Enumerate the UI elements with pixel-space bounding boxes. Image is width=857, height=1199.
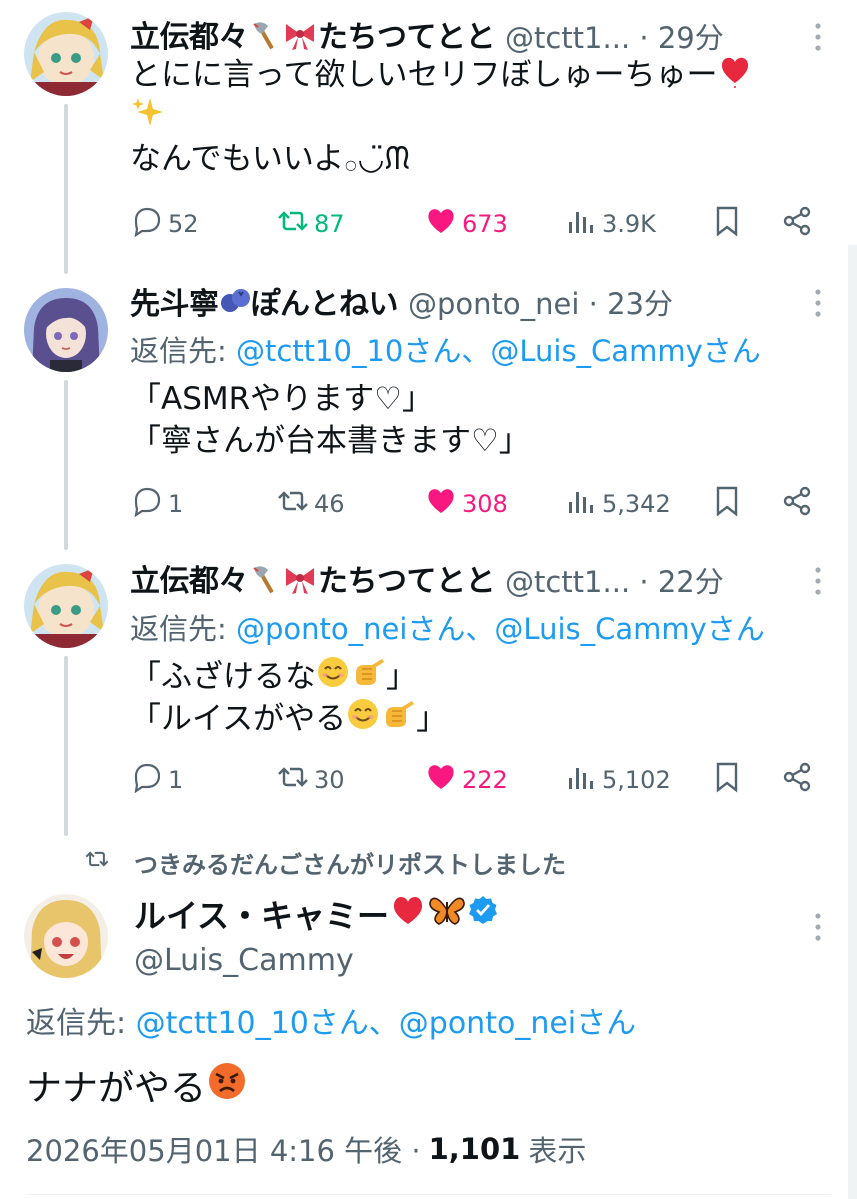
bookmark-icon [710,760,748,800]
avatar[interactable] [24,288,108,372]
axe-emoji [248,562,282,604]
ribbon-emoji [282,562,318,604]
share-button[interactable] [780,484,818,524]
retweet-icon [276,760,314,800]
reply-icon [130,204,168,244]
share-button[interactable] [780,760,818,800]
more-icon[interactable] [808,20,828,54]
reply-button[interactable]: 52 [130,204,199,244]
bookmark-button[interactable] [710,204,748,244]
scroll-track [848,245,857,1199]
butterfly-emoji [427,892,467,936]
verified-icon [467,894,499,934]
retweet-button[interactable]: 30 [276,760,345,800]
bookmark-button[interactable] [710,760,748,800]
thread-line-3 [64,656,68,836]
views-button[interactable]: 5,102 [564,760,671,800]
retweet-button[interactable]: 87 [276,204,345,244]
action-bar: 52 87 673 3.9K [130,204,820,244]
views-button[interactable]: 3.9K [564,204,656,244]
retweet-icon [276,484,314,524]
retweet-icon [276,204,314,244]
pointing-hand-emoji [350,655,386,700]
more-icon[interactable] [808,564,828,598]
thread-line-1 [64,104,68,274]
display-name[interactable]: 立伝都々 たちつてとと [130,556,496,604]
avatar[interactable] [24,894,108,978]
action-bar: 1 30 222 5,102 [130,760,820,800]
tweet-header: 立伝都々 たちつてとと @tctt1... · 29分 [130,14,724,58]
heart-emoji [389,892,427,936]
handle-and-time[interactable]: @tctt1... · 29分 [505,15,724,57]
reply-icon [130,760,168,800]
display-name[interactable]: 立伝都々 たちつてとと [130,12,496,60]
views-icon [564,204,602,244]
like-icon [424,204,462,244]
angry-face-emoji [206,1060,248,1111]
reply-mentions[interactable]: @tctt10_10さん、@ponto_neiさん [136,1006,636,1041]
like-button[interactable]: 308 [424,484,508,524]
repost-notice[interactable]: つきみるだんごさんがリポストしました [84,842,566,882]
share-icon [780,204,818,244]
smile-emoji [316,655,350,700]
like-icon [424,484,462,524]
divider [26,1194,831,1195]
reply-button[interactable]: 1 [130,760,183,800]
retweet-button[interactable]: 46 [276,484,345,524]
pointing-hand-emoji [380,697,416,742]
thread-line-2 [64,380,68,550]
reply-to: 返信先: @ponto_neiさん、@Luis_Cammyさん [130,612,765,646]
share-icon [780,484,818,524]
smile-emoji [346,697,380,742]
reply-to: 返信先: @tctt10_10さん、@Luis_Cammyさん [130,334,761,368]
sparkles-emoji [130,94,166,141]
share-icon [780,760,818,800]
avatar[interactable] [24,564,108,648]
reply-to: 返信先: @tctt10_10さん、@ponto_neiさん [26,1006,637,1041]
handle[interactable]: @Luis_Cammy [134,938,499,982]
reply-mentions[interactable]: @ponto_neiさん、@Luis_Cammyさん [236,612,765,646]
tweet-header: 先斗寧 ぽんとねい @ponto_nei · 23分 [130,280,673,324]
like-button[interactable]: 222 [424,760,508,800]
action-bar: 1 46 308 5,342 [130,484,820,524]
display-name[interactable]: ルイス・キャミー [134,892,499,936]
views-icon [564,484,602,524]
views-icon [564,760,602,800]
reply-button[interactable]: 1 [130,484,183,524]
avatar[interactable] [24,12,108,96]
main-author[interactable]: ルイス・キャミー @Luis_Cammy [134,892,499,982]
tweet-header: 立伝都々 たちつてとと @tctt1... · 22分 [130,558,724,602]
bookmark-icon [710,204,748,244]
display-name[interactable]: 先斗寧 ぽんとねい [130,279,398,326]
like-button[interactable]: 673 [424,204,508,244]
tweet-text: 「ASMRやります♡」 「寧さんが台本書きます♡」 [130,381,530,459]
bookmark-button[interactable] [710,484,748,524]
reply-icon [130,484,168,524]
bookmark-icon [710,484,748,524]
reply-mentions[interactable]: @tctt10_10さん、@Luis_Cammyさん [236,334,761,368]
more-icon[interactable] [808,286,828,320]
like-icon [424,760,462,800]
views-button[interactable]: 5,342 [564,484,671,524]
retweet-icon [84,846,134,878]
tweet-timestamp[interactable]: 2026年05月01日 4:16 午後 · 1,101 表示 [26,1128,586,1170]
tweet-text: ナナがやる [26,1060,248,1110]
tweet-text: 「ふざけるな」 「ルイスがやる」 [130,656,447,740]
more-icon[interactable] [808,910,828,944]
handle-and-time[interactable]: @tctt1... · 22分 [505,559,724,601]
handle-and-time[interactable]: @ponto_nei · 23分 [408,281,673,323]
heart-emoji [717,52,753,99]
tweet-text: とにに言って欲しいセリフぼしゅーちゅー なんでもいいよ𓂂◡̈ᙏ [130,54,753,180]
blueberry-emoji [219,285,251,325]
share-button[interactable] [780,204,818,244]
views-count: 1,101 [428,1132,521,1166]
